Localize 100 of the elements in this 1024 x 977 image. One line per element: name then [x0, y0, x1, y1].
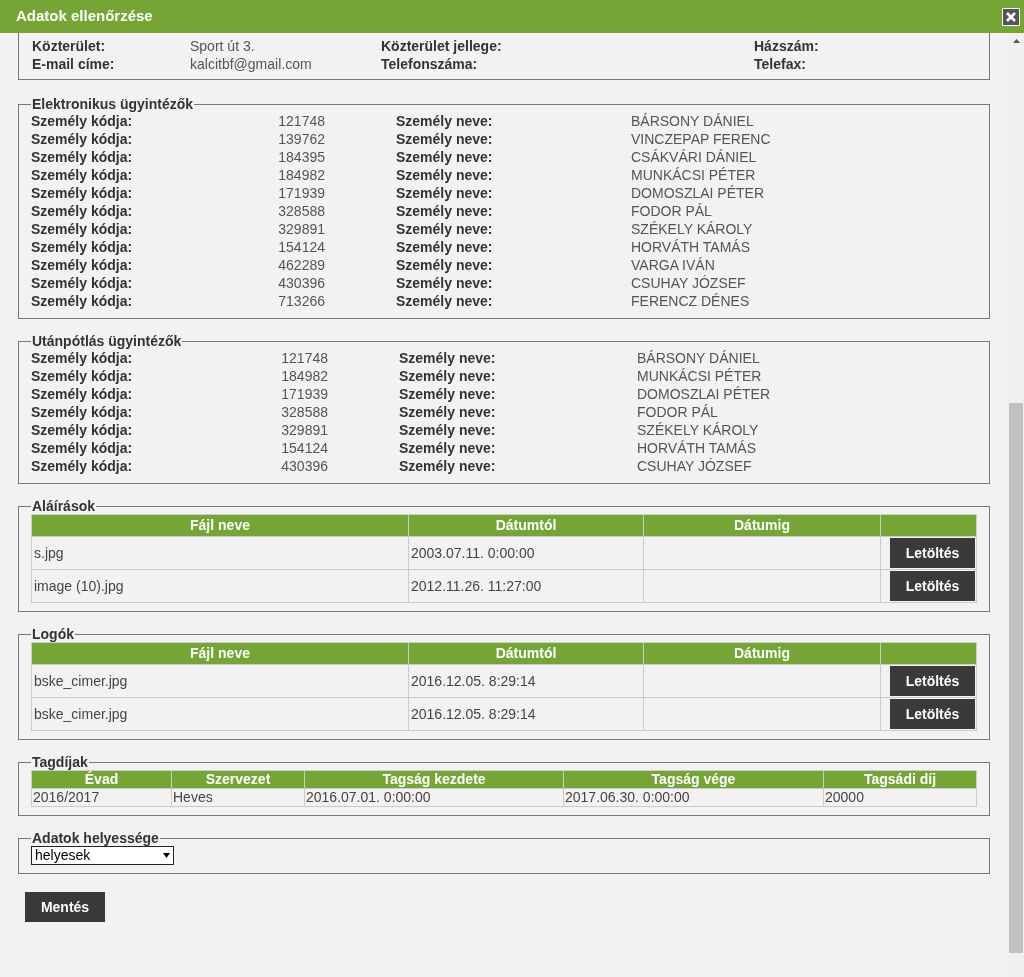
- person-code: 328588: [277, 201, 325, 221]
- person-name: BÁRSONY DÁNIEL: [631, 111, 754, 131]
- section-title: Elektronikus ügyintézők: [31, 96, 195, 112]
- person-name: MUNKÁCSI PÉTER: [631, 165, 756, 185]
- field-label: Személy neve:: [399, 402, 497, 422]
- person-code: 329891: [277, 219, 325, 239]
- person-name: HORVÁTH TAMÁS: [637, 438, 757, 458]
- field-label: Személy neve:: [396, 291, 494, 311]
- field-label: Személy neve:: [399, 420, 497, 440]
- person-code: 171939: [277, 183, 325, 203]
- column-header: Fájl neve: [31, 514, 409, 537]
- field-value: Sport út 3.: [190, 36, 255, 56]
- person-name: VINCZEPAP FERENC: [631, 129, 771, 149]
- field-label: Személy neve:: [396, 255, 494, 275]
- field-label: Személy kódja:: [31, 273, 134, 293]
- person-code: 430396: [277, 273, 325, 293]
- person-code: 184395: [277, 147, 325, 167]
- save-button[interactable]: Mentés: [25, 892, 105, 922]
- scrollbar-thumb[interactable]: [1009, 403, 1023, 953]
- person-code: 121748: [277, 111, 325, 131]
- field-label: Személy neve:: [396, 183, 494, 203]
- table-cell: bske_cimer.jpg: [31, 664, 409, 698]
- column-header: Tagsádi díj: [823, 770, 977, 789]
- field-label: Személy neve:: [396, 165, 494, 185]
- column-header: Fájl neve: [31, 642, 409, 665]
- field-label: Személy neve:: [399, 366, 497, 386]
- table-cell: 20000: [823, 788, 977, 807]
- person-code: 184982: [280, 366, 328, 386]
- table-cell: 2016.12.05. 8:29:14: [408, 697, 644, 731]
- section-title: Utánpótlás ügyintézők: [31, 333, 183, 349]
- field-label: Személy kódja:: [31, 165, 134, 185]
- column-header: Szervezet: [171, 770, 305, 789]
- close-button[interactable]: [1002, 7, 1020, 26]
- person-name: SZÉKELY KÁROLY: [637, 420, 759, 440]
- section-title: Aláírások: [31, 498, 97, 514]
- field-label: Házszám:: [754, 36, 820, 56]
- table-cell: 2017.06.30. 0:00:00: [563, 788, 824, 807]
- dropdown-caret-icon: [163, 853, 170, 858]
- download-button[interactable]: Letöltés: [890, 538, 975, 568]
- field-label: Személy kódja:: [31, 129, 134, 149]
- person-name: CSUHAY JÓZSEF: [631, 273, 746, 293]
- field-label: Személy kódja:: [31, 237, 134, 257]
- field-label: Személy kódja:: [31, 438, 134, 458]
- download-button[interactable]: Letöltés: [890, 571, 975, 601]
- field-label: Személy kódja:: [31, 291, 134, 311]
- field-label: Személy neve:: [396, 273, 494, 293]
- section-title: Tagdíjak: [31, 754, 89, 770]
- field-label: Személy kódja:: [31, 402, 134, 422]
- field-label: Személy neve:: [399, 384, 497, 404]
- validity-select[interactable]: helyesek: [31, 846, 174, 865]
- field-label: Személy kódja:: [31, 366, 134, 386]
- field-label: Személy neve:: [399, 348, 497, 368]
- person-name: FODOR PÁL: [637, 402, 718, 422]
- person-code: 430396: [280, 456, 328, 476]
- field-value: kalcitbf@gmail.com: [190, 54, 312, 74]
- table-cell: s.jpg: [31, 536, 409, 570]
- person-name: FODOR PÁL: [631, 201, 712, 221]
- table-cell: 2003.07.11. 0:00:00: [408, 536, 644, 570]
- field-label: E-mail címe:: [32, 54, 116, 74]
- field-label: Személy neve:: [396, 147, 494, 167]
- column-header: Dátumig: [643, 642, 881, 665]
- field-label: Személy kódja:: [31, 255, 134, 275]
- column-header: Dátumig: [643, 514, 881, 537]
- field-label: Személy kódja:: [31, 112, 134, 131]
- field-label: Személy kódja:: [31, 420, 134, 440]
- person-code: 328588: [280, 402, 328, 422]
- field-label: Személy neve:: [396, 201, 494, 221]
- field-label: Közterület:: [32, 36, 107, 56]
- table-cell: bske_cimer.jpg: [31, 697, 409, 731]
- field-label: Személy neve:: [396, 219, 494, 239]
- person-code: 154124: [280, 438, 328, 458]
- column-header: Tagság vége: [563, 770, 824, 789]
- close-icon: [1006, 11, 1016, 22]
- field-label: Személy kódja:: [31, 147, 134, 167]
- column-header: Évad: [31, 770, 172, 789]
- person-code: 171939: [280, 384, 328, 404]
- column-header: Dátumtól: [408, 642, 644, 665]
- download-button[interactable]: Letöltés: [890, 666, 975, 696]
- download-button[interactable]: Letöltés: [890, 699, 975, 729]
- field-label: Személy kódja:: [31, 384, 134, 404]
- field-label: Személy neve:: [396, 111, 494, 131]
- table-cell: 2016/2017: [31, 788, 172, 807]
- person-name: CSUHAY JÓZSEF: [637, 456, 752, 476]
- table-cell: Heves: [171, 788, 305, 807]
- field-label: Telefonszáma:: [381, 54, 479, 74]
- person-name: DOMOSZLAI PÉTER: [637, 384, 771, 404]
- field-label: Személy kódja:: [31, 201, 134, 221]
- field-label: Személy kódja:: [31, 219, 134, 239]
- person-name: HORVÁTH TAMÁS: [631, 237, 751, 257]
- person-code: 121748: [280, 348, 328, 368]
- field-label: Személy neve:: [396, 237, 494, 257]
- table-cell: 2016.12.05. 8:29:14: [408, 664, 644, 698]
- person-code: 139762: [277, 129, 325, 149]
- field-label: Telefax:: [754, 54, 807, 74]
- field-label: Személy kódja:: [31, 349, 134, 368]
- field-label: Személy kódja:: [31, 183, 134, 203]
- person-code: 184982: [277, 165, 325, 185]
- section-title: Adatok helyessége: [31, 830, 160, 846]
- section-title: Logók: [31, 626, 75, 642]
- field-label: Közterület jellege:: [381, 36, 503, 56]
